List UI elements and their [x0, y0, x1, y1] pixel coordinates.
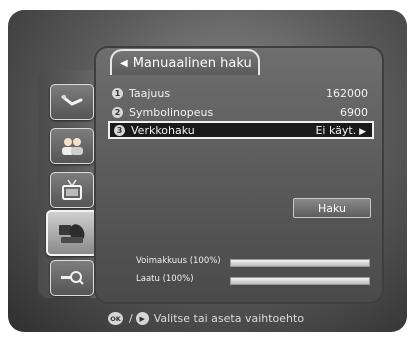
back-arrow-icon[interactable]: ◀	[120, 58, 128, 69]
users-icon[interactable]	[50, 128, 94, 164]
signal-strength-fill	[231, 260, 369, 266]
key-lock-icon[interactable]	[50, 260, 94, 296]
row-value: 6900	[340, 105, 368, 119]
search-button[interactable]: Haku	[293, 198, 371, 218]
page-title: ◀ Manuaalinen haku	[110, 49, 260, 75]
row-number-badge: 1	[112, 87, 123, 99]
ok-button-icon: OK	[108, 312, 123, 325]
signal-quality-meter	[230, 277, 370, 285]
row-value: Ei käyt.	[315, 124, 366, 137]
help-text: Valitse tai aseta vaihtoehto	[153, 312, 305, 325]
row-number-badge: 2	[112, 106, 123, 118]
row-number-badge: 3	[114, 124, 125, 136]
signal-quality-fill	[231, 278, 369, 284]
page-title-text: Manuaalinen haku	[132, 55, 252, 71]
menu-row-frequency[interactable]: 1 Taajuus 162000	[108, 84, 374, 102]
row-label: Taajuus	[129, 86, 171, 100]
signal-quality-label: Laatu (100%)	[136, 274, 194, 284]
tv-antenna-icon[interactable]	[50, 172, 94, 208]
help-bar: OK / ▶ Valitse tai aseta vaihtoehto	[108, 312, 304, 325]
row-value: 162000	[326, 86, 368, 100]
row-label: Verkkohaku	[131, 123, 195, 137]
menu-row-symbol-rate[interactable]: 2 Symbolinopeus 6900	[108, 103, 374, 121]
right-arrow-icon: ▶	[135, 312, 149, 325]
menu-row-network-search[interactable]: 3 Verkkohaku Ei käyt.	[108, 121, 374, 139]
sidebar-rail	[38, 70, 104, 298]
row-label: Symbolinopeus	[129, 105, 214, 119]
installation-icon[interactable]	[50, 84, 94, 120]
signal-strength-meter	[230, 259, 370, 267]
satellite-search-icon[interactable]	[46, 210, 98, 256]
signal-strength-label: Voimakkuus (100%)	[136, 256, 221, 266]
separator: /	[129, 312, 133, 325]
